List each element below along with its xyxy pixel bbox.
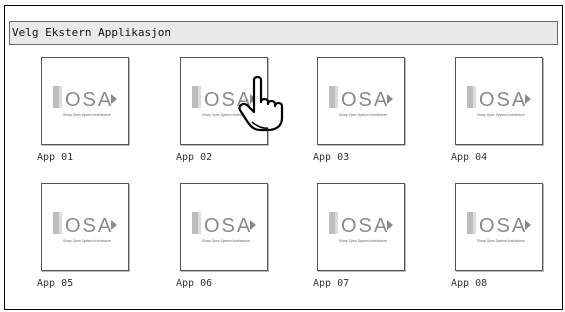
app-tile-04[interactable]: OSA Sharp Open System Architecture App 0… [451,57,551,173]
logo-text: OSA [341,89,389,111]
app-grid: OSA Sharp Open System Architecture App 0… [0,0,565,312]
logo-subtext: Sharp Open System Architecture [339,239,387,243]
app-label: App 05 [37,278,74,289]
logo-subtext: Sharp Open System Architecture [339,113,387,117]
logo-subtext: Sharp Open System Architecture [202,239,250,243]
app-label: App 01 [37,152,74,163]
logo-text: OSA [479,89,527,111]
app-label: App 08 [451,278,488,289]
app-tile-08[interactable]: OSA Sharp Open System Architecture App 0… [451,183,551,299]
app-icon-tile[interactable]: OSA Sharp Open System Architecture [455,57,543,145]
app-icon-tile[interactable]: OSA Sharp Open System Architecture [317,183,405,271]
logo-text: OSA [479,215,527,237]
app-label: App 06 [176,278,213,289]
osa-logo-icon: OSA Sharp Open System Architecture [467,86,531,117]
app-label: App 03 [313,152,350,163]
logo-subtext: Sharp Open System Architecture [63,113,111,117]
osa-logo-icon: OSA Sharp Open System Architecture [53,86,117,117]
logo-text: OSA [65,89,113,111]
hand-pointer-icon [238,75,284,132]
logo-text: OSA [341,215,389,237]
osa-logo-icon: OSA Sharp Open System Architecture [329,86,393,117]
app-tile-06[interactable]: OSA Sharp Open System Architecture App 0… [176,183,276,299]
app-icon-tile[interactable]: OSA Sharp Open System Architecture [41,57,129,145]
app-icon-tile[interactable]: OSA Sharp Open System Architecture [455,183,543,271]
app-tile-07[interactable]: OSA Sharp Open System Architecture App 0… [313,183,413,299]
app-tile-03[interactable]: OSA Sharp Open System Architecture App 0… [313,57,413,173]
app-tile-01[interactable]: OSA Sharp Open System Architecture App 0… [37,57,137,173]
osa-logo-icon: OSA Sharp Open System Architecture [467,212,531,243]
logo-text: OSA [65,215,113,237]
app-label: App 07 [313,278,350,289]
osa-logo-icon: OSA Sharp Open System Architecture [329,212,393,243]
logo-subtext: Sharp Open System Architecture [63,239,111,243]
logo-subtext: Sharp Open System Architecture [477,113,525,117]
app-icon-tile[interactable]: OSA Sharp Open System Architecture [180,183,268,271]
app-icon-tile[interactable]: OSA Sharp Open System Architecture [317,57,405,145]
app-label: App 02 [176,152,213,163]
osa-logo-icon: OSA Sharp Open System Architecture [53,212,117,243]
app-icon-tile[interactable]: OSA Sharp Open System Architecture [41,183,129,271]
app-label: App 04 [451,152,488,163]
app-tile-05[interactable]: OSA Sharp Open System Architecture App 0… [37,183,137,299]
logo-subtext: Sharp Open System Architecture [477,239,525,243]
osa-logo-icon: OSA Sharp Open System Architecture [192,212,256,243]
logo-text: OSA [204,215,252,237]
